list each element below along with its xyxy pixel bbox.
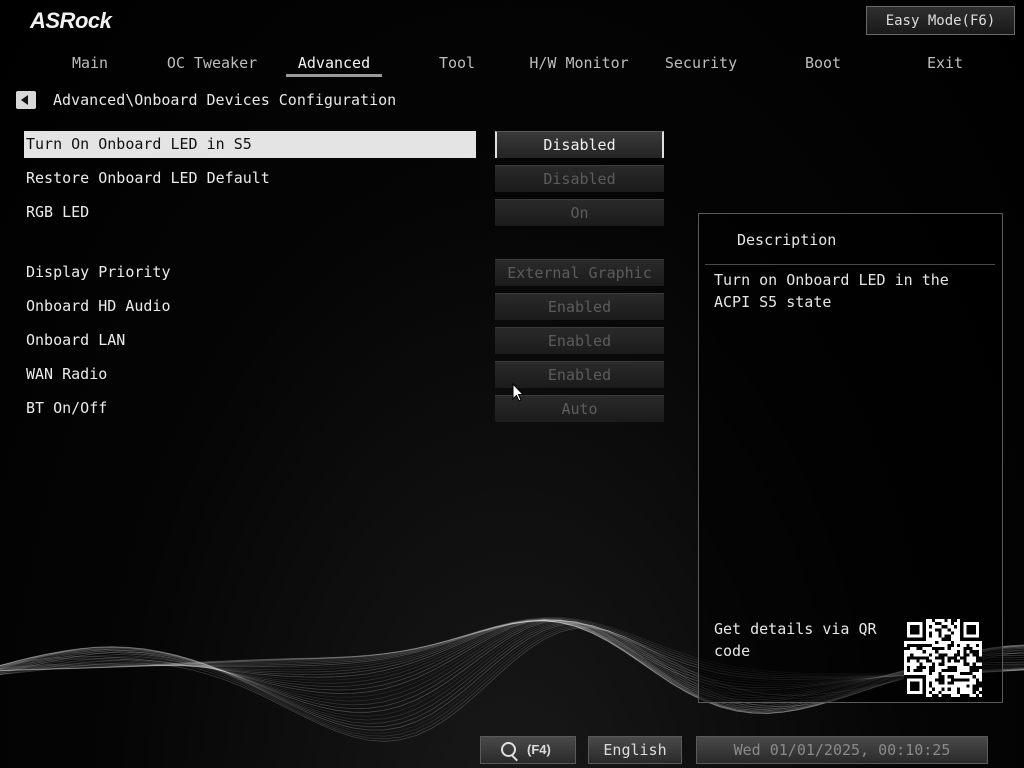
- qr-code-icon: [904, 619, 982, 697]
- tab-security[interactable]: Security: [641, 54, 761, 72]
- description-title: Description: [737, 231, 837, 249]
- tab-hw-monitor[interactable]: H/W Monitor: [519, 54, 639, 72]
- chevron-left-icon: [21, 95, 28, 105]
- setting-label-bt[interactable]: BT On/Off: [26, 395, 107, 421]
- setting-label-hd-audio[interactable]: Onboard HD Audio: [26, 293, 171, 319]
- value-hd-audio[interactable]: Enabled: [495, 293, 664, 320]
- search-button[interactable]: (F4): [480, 736, 576, 764]
- mouse-cursor-icon: [512, 383, 524, 402]
- tab-boot[interactable]: Boot: [763, 54, 883, 72]
- qr-caption: Get details via QR code: [714, 620, 877, 660]
- tab-advanced[interactable]: Advanced: [274, 54, 394, 72]
- setting-label-display-priority[interactable]: Display Priority: [26, 259, 171, 285]
- value-onboard-lan[interactable]: Enabled: [495, 327, 664, 354]
- search-icon: [501, 742, 516, 757]
- value-restore-led[interactable]: Disabled: [495, 165, 664, 192]
- active-tab-indicator: [286, 74, 382, 77]
- setting-label-wan-radio[interactable]: WAN Radio: [26, 361, 107, 387]
- main-tabs: Main OC Tweaker Advanced Tool H/W Monito…: [0, 48, 1024, 80]
- datetime-display: Wed 01/01/2025, 00:10:25: [696, 736, 988, 764]
- tab-oc-tweaker[interactable]: OC Tweaker: [152, 54, 272, 72]
- tab-main[interactable]: Main: [30, 54, 150, 72]
- back-button[interactable]: [16, 91, 36, 109]
- description-text: Turn on Onboard LED in the ACPI S5 state: [714, 271, 949, 311]
- value-rgb-led[interactable]: On: [495, 199, 664, 226]
- setting-label-restore-led[interactable]: Restore Onboard LED Default: [26, 165, 270, 191]
- value-display-priority[interactable]: External Graphic: [495, 259, 664, 286]
- setting-label-led-s5[interactable]: Turn On Onboard LED in S5: [26, 131, 252, 157]
- description-panel: Description Turn on Onboard LED in the A…: [698, 213, 1003, 703]
- language-button[interactable]: English: [588, 736, 682, 764]
- tab-tool[interactable]: Tool: [397, 54, 517, 72]
- description-divider: [705, 264, 995, 265]
- value-led-s5[interactable]: Disabled: [495, 131, 664, 158]
- setting-label-rgb-led[interactable]: RGB LED: [26, 199, 89, 225]
- tab-exit[interactable]: Exit: [885, 54, 1005, 72]
- bios-screen: ASRock Easy Mode(F6) Main OC Tweaker Adv…: [0, 0, 1024, 768]
- asrock-logo: ASRock: [30, 8, 112, 33]
- search-shortcut: (F4): [527, 742, 551, 757]
- setting-label-onboard-lan[interactable]: Onboard LAN: [26, 327, 125, 353]
- easy-mode-button[interactable]: Easy Mode(F6): [866, 6, 1015, 35]
- breadcrumb: Advanced\Onboard Devices Configuration: [53, 91, 397, 109]
